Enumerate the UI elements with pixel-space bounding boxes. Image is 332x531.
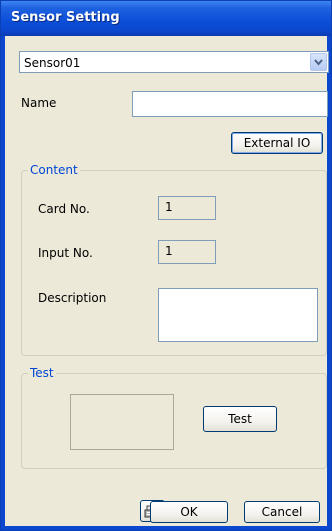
window-frame-left xyxy=(1,36,5,530)
sensor-select-value: Sensor01 xyxy=(24,56,81,70)
content-group-legend: Content xyxy=(28,163,80,177)
sensor-select[interactable]: Sensor01 xyxy=(19,51,329,73)
input-no-label: Input No. xyxy=(38,246,93,260)
window-frame-bottom xyxy=(1,526,331,530)
description-label: Description xyxy=(38,291,107,305)
sensor-setting-dialog: Sensor Setting Sensor01 Name External IO… xyxy=(0,0,332,531)
cancel-button[interactable]: Cancel xyxy=(244,501,320,523)
input-no-field: 1 xyxy=(158,240,216,264)
chevron-down-icon xyxy=(314,59,323,66)
window-title: Sensor Setting xyxy=(11,10,120,25)
test-button[interactable]: Test xyxy=(203,406,277,432)
test-group-legend: Test xyxy=(28,366,56,380)
test-indicator-box xyxy=(70,394,174,450)
description-input[interactable] xyxy=(158,288,318,342)
title-bar[interactable]: Sensor Setting xyxy=(1,1,331,36)
dropdown-arrow-button[interactable] xyxy=(310,53,327,71)
card-no-label: Card No. xyxy=(38,202,90,216)
ok-button[interactable]: OK xyxy=(150,501,228,523)
name-input[interactable] xyxy=(132,91,328,117)
card-no-field: 1 xyxy=(158,196,216,220)
name-label: Name xyxy=(21,96,57,110)
test-group: Test xyxy=(21,366,327,469)
external-io-button[interactable]: External IO xyxy=(231,132,323,154)
